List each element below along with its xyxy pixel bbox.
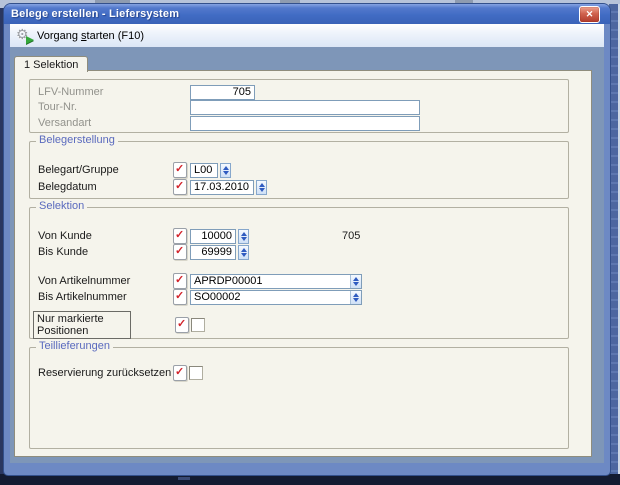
bis-artikelnummer-input[interactable] [191, 291, 350, 304]
spinner-button[interactable] [256, 180, 267, 195]
spin-down-icon [259, 188, 265, 192]
toolbar: ⚙ Vorgang starten (F10) [10, 24, 604, 48]
spin-down-icon [353, 282, 359, 286]
bis-artikelnummer-label: Bis Artikelnummer [38, 291, 173, 303]
tab-label: 1 Selektion [24, 59, 78, 71]
tab-selektion[interactable]: 1 Selektion [14, 56, 88, 72]
window-title: Belege erstellen - Liefersystem [4, 8, 179, 20]
checked-flag-icon[interactable]: ✓ [175, 317, 189, 333]
group-title: Belegerstellung [36, 134, 118, 146]
checked-flag-icon[interactable]: ✓ [173, 228, 187, 244]
gear-start-icon: ⚙ [16, 27, 33, 44]
von-kunde-input[interactable] [190, 229, 236, 244]
spin-down-icon [241, 237, 247, 241]
form-row: Bis Artikelnummer ✓ [38, 289, 560, 305]
background-window-fragment [178, 477, 190, 480]
form-row: Von Kunde ✓ [38, 228, 560, 244]
belegart-gruppe-label: Belegart/Gruppe [38, 164, 173, 176]
spin-up-icon [353, 277, 359, 281]
dialog-client-area: 1 Selektion LFV-Nummer Tour-Nr. Versanda… [10, 47, 604, 463]
spin-up-icon [241, 248, 247, 252]
form-row: Bis Kunde ✓ [38, 244, 560, 260]
spinner-button[interactable] [350, 275, 361, 288]
checked-flag-icon[interactable]: ✓ [173, 179, 187, 195]
title-bar: Belege erstellen - Liefersystem ✕ [4, 4, 610, 24]
belegdatum-label: Belegdatum [38, 181, 173, 193]
versandart-label: Versandart [38, 117, 190, 129]
start-process-button[interactable]: ⚙ Vorgang starten (F10) [12, 26, 150, 46]
versandart-input [190, 116, 420, 131]
form-row: Belegdatum ✓ [38, 179, 560, 195]
form-row: Versandart [38, 115, 560, 131]
close-button[interactable]: ✕ [579, 6, 600, 23]
spin-up-icon [353, 293, 359, 297]
von-kunde-label: Von Kunde [38, 230, 173, 242]
form-row: Belegart/Gruppe ✓ [38, 162, 560, 178]
lfv-nummer-input[interactable] [190, 85, 255, 100]
belegdatum-input[interactable] [190, 180, 254, 195]
background-window-edge [609, 4, 620, 476]
lfv-nummer-label: LFV-Nummer [38, 86, 190, 98]
reservierung-zuruecksetzen-label: Reservierung zurücksetzen [38, 367, 173, 379]
form-row: LFV-Nummer [38, 84, 560, 100]
tab-page: LFV-Nummer Tour-Nr. Versandart Belegerst… [14, 70, 592, 457]
group-belegerstellung: Belegerstellung Belegart/Gruppe ✓ Belegd… [29, 141, 569, 199]
group-title: Selektion [36, 200, 87, 212]
von-artikelnummer-input[interactable] [191, 275, 350, 288]
checked-flag-icon[interactable]: ✓ [173, 289, 187, 305]
reservierung-zuruecksetzen-checkbox[interactable] [189, 366, 203, 380]
spin-down-icon [353, 298, 359, 302]
group-selektion: Selektion Von Kunde ✓ Bis Kunde ✓ 705 Vo… [29, 207, 569, 339]
nur-markierte-positionen-label: Nur markierte Positionen [33, 311, 131, 339]
close-icon: ✕ [586, 9, 594, 20]
form-row: Nur markierte Positionen ✓ [33, 317, 560, 333]
tour-nr-input [190, 100, 420, 115]
form-row: Von Artikelnummer ✓ [38, 273, 560, 289]
spin-down-icon [241, 253, 247, 257]
spinner-button[interactable] [350, 291, 361, 304]
dialog-window: Belege erstellen - Liefersystem ✕ ⚙ Vorg… [4, 4, 610, 475]
group-info: LFV-Nummer Tour-Nr. Versandart [29, 79, 569, 133]
nur-markierte-positionen-checkbox[interactable] [191, 318, 205, 332]
background-window-edge [0, 474, 620, 485]
von-artikelnummer-combo[interactable] [190, 274, 362, 289]
form-row: Reservierung zurücksetzen ✓ [38, 365, 560, 381]
checked-flag-icon[interactable]: ✓ [173, 273, 187, 289]
belegart-gruppe-input[interactable] [190, 163, 218, 178]
lfv-reference-value: 705 [342, 230, 360, 242]
spin-up-icon [223, 166, 229, 170]
checked-flag-icon[interactable]: ✓ [173, 365, 187, 381]
checked-flag-icon[interactable]: ✓ [173, 244, 187, 260]
start-process-label: Vorgang starten (F10) [37, 30, 144, 42]
spin-up-icon [241, 232, 247, 236]
group-title: Teillieferungen [36, 340, 113, 352]
bis-kunde-label: Bis Kunde [38, 246, 173, 258]
spinner-button[interactable] [238, 245, 249, 260]
spin-down-icon [223, 171, 229, 175]
group-teillieferungen: Teillieferungen Reservierung zurücksetze… [29, 347, 569, 449]
checked-flag-icon[interactable]: ✓ [173, 162, 187, 178]
von-artikelnummer-label: Von Artikelnummer [38, 275, 173, 287]
bis-artikelnummer-combo[interactable] [190, 290, 362, 305]
bis-kunde-input[interactable] [190, 245, 236, 260]
spinner-button[interactable] [220, 163, 231, 178]
tour-nr-label: Tour-Nr. [38, 101, 190, 113]
form-row: Tour-Nr. [38, 99, 560, 115]
spin-up-icon [259, 183, 265, 187]
spinner-button[interactable] [238, 229, 249, 244]
